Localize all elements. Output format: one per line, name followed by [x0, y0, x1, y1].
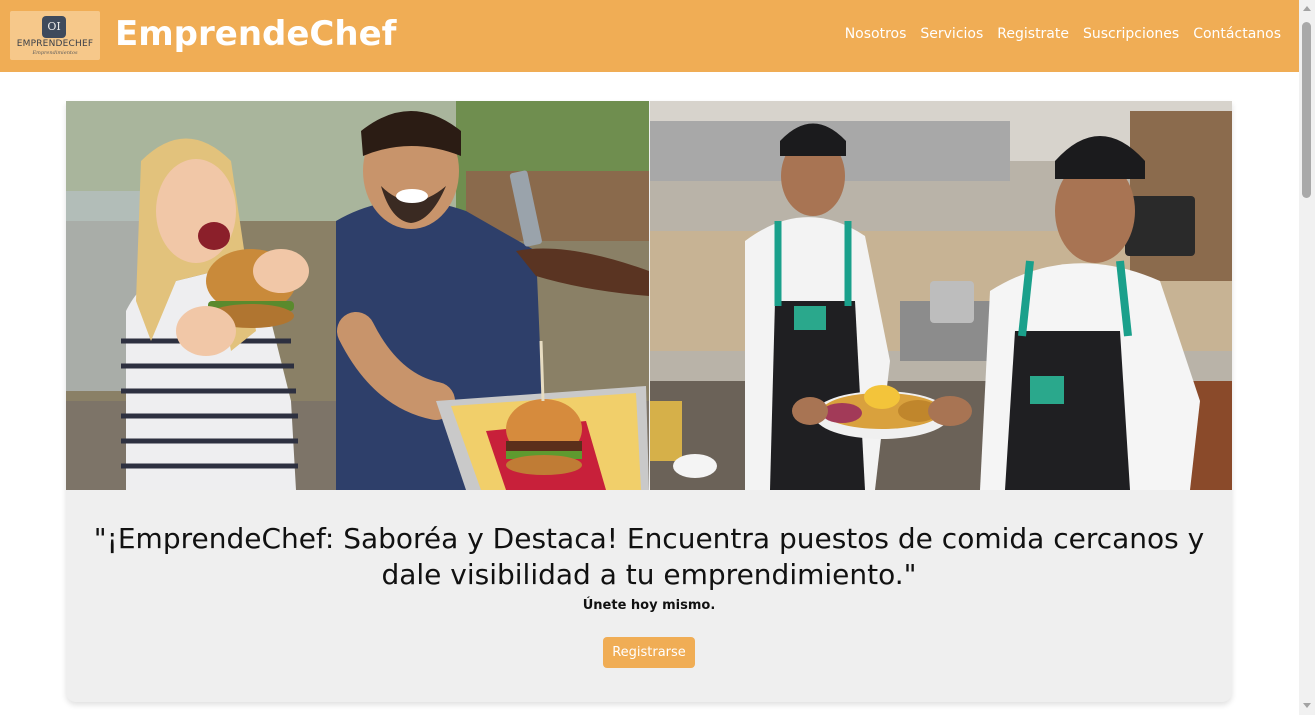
hero-subtitle: Únete hoy mismo. — [582, 598, 716, 613]
nav-link-servicios[interactable]: Servicios — [920, 26, 983, 42]
hero-card: "¡EmprendeChef: Saboréa y Destaca! Encue… — [66, 101, 1232, 702]
nav-link-contactanos[interactable]: Contáctanos — [1193, 26, 1281, 42]
scroll-thumb[interactable] — [1302, 22, 1311, 198]
hero-photo-cooks — [650, 101, 1232, 490]
scroll-up-arrow-icon[interactable] — [1303, 6, 1311, 11]
hero-title: "¡EmprendeChef: Saboréa y Destaca! Encue… — [93, 522, 1205, 591]
page-scrollbar[interactable] — [1299, 0, 1315, 715]
brand-title[interactable]: EmprendeChef — [115, 14, 396, 54]
nav-link-registrate[interactable]: Registrate — [997, 26, 1069, 42]
register-button[interactable]: Registrarse — [603, 637, 695, 668]
logo[interactable]: OI EMPRENDECHEF Emprendimientos — [10, 11, 100, 60]
logo-wordmark: EMPRENDECHEF — [16, 39, 94, 49]
navbar: OI EMPRENDECHEF Emprendimientos Emprende… — [0, 0, 1299, 72]
diners-photo-illustration — [66, 101, 649, 490]
hero-photo-diners — [66, 101, 649, 490]
logo-glyph: OI — [42, 16, 66, 38]
logo-tagline: Emprendimientos — [32, 50, 78, 56]
nav-link-suscripciones[interactable]: Suscripciones — [1083, 26, 1179, 42]
scroll-down-arrow-icon[interactable] — [1303, 703, 1311, 708]
nav-menu: Nosotros Servicios Registrate Suscripcio… — [845, 26, 1281, 42]
cooks-photo-illustration — [650, 101, 1232, 490]
nav-link-nosotros[interactable]: Nosotros — [845, 26, 907, 42]
